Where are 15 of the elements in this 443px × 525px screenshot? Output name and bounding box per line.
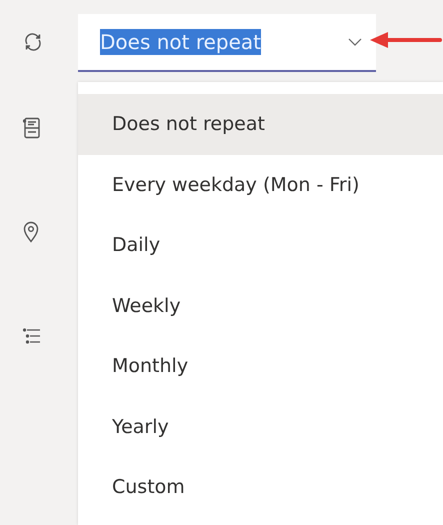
menu-option[interactable]: Does not repeat: [78, 94, 443, 154]
pointer-arrow-icon: [370, 32, 442, 48]
menu-option[interactable]: Every weekday (Mon - Fri): [78, 154, 443, 215]
dropdown-value: Does not repeat: [100, 29, 262, 55]
menu-option[interactable]: Monthly: [78, 336, 443, 396]
bulleted-list-icon: [23, 328, 41, 344]
menu-option[interactable]: Yearly: [78, 396, 443, 457]
repeat-dropdown[interactable]: Does not repeat: [78, 14, 376, 72]
location-pin-icon: [23, 221, 39, 243]
menu-option[interactable]: Custom: [78, 457, 443, 518]
menu-option[interactable]: Daily: [78, 215, 443, 276]
form-icon: [23, 117, 41, 139]
menu-option[interactable]: Weekly: [78, 276, 443, 336]
chevron-down-icon: [348, 38, 362, 46]
sync-icon: [23, 32, 43, 52]
